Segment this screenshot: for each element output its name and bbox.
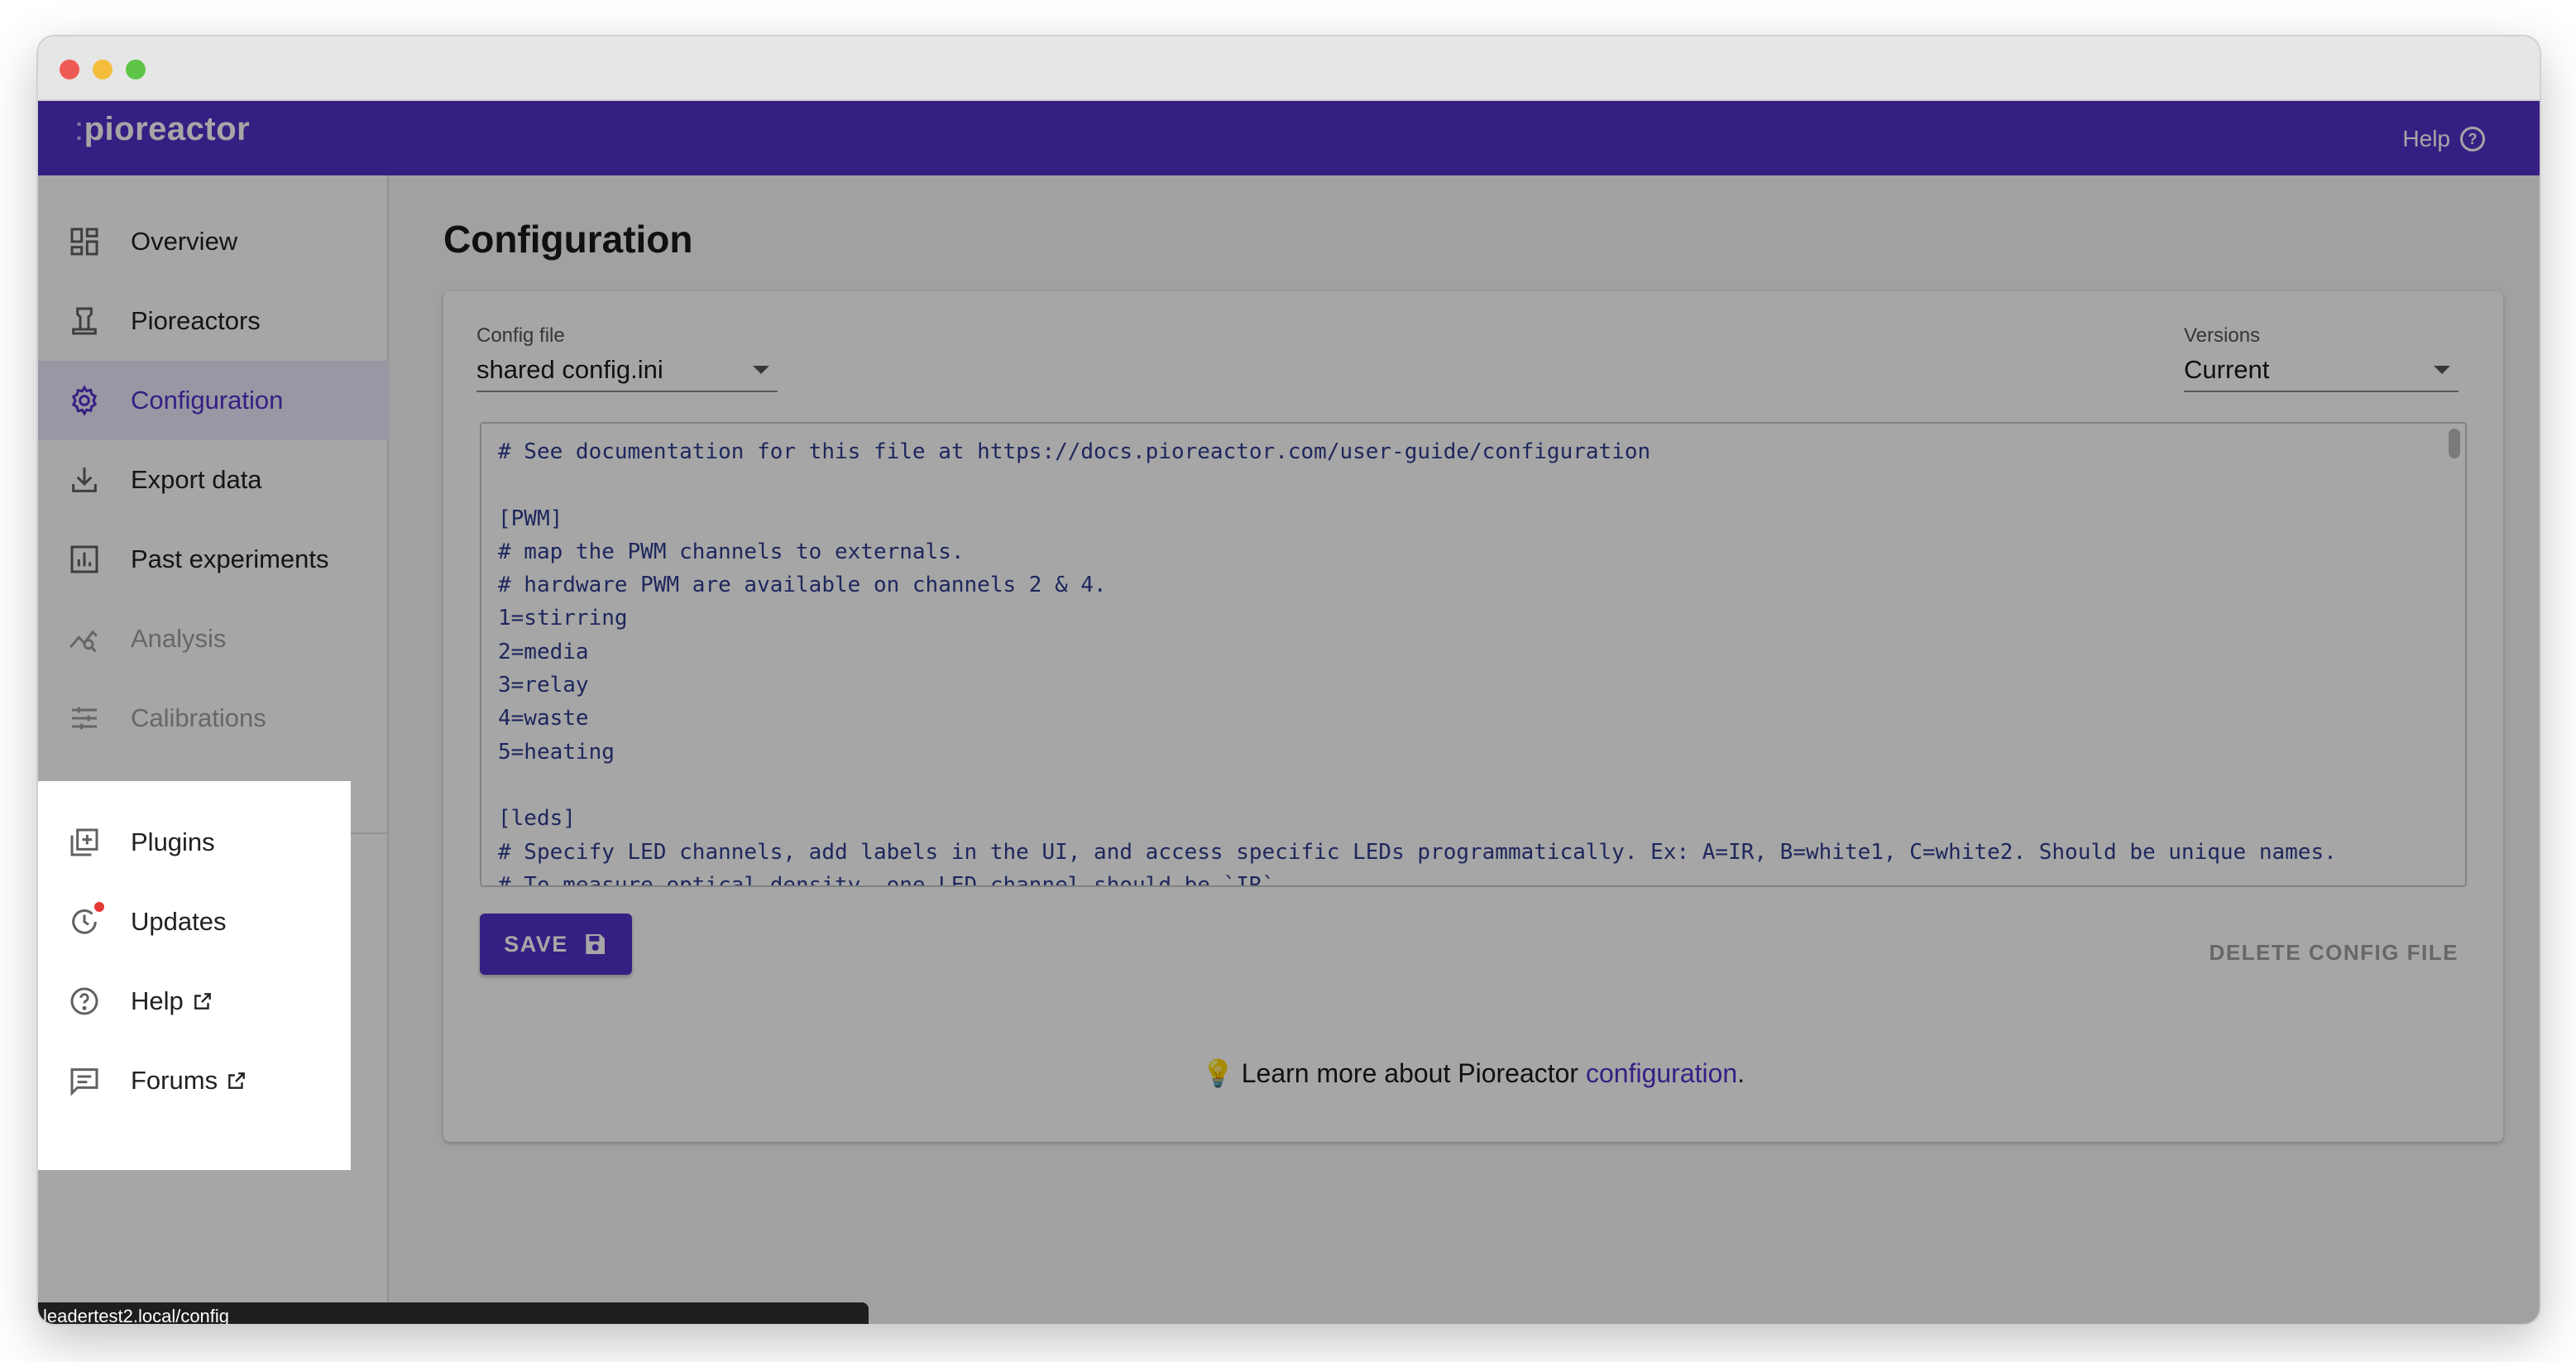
minimize-window-button[interactable] (93, 60, 113, 79)
versions-label: Versions (2184, 324, 2261, 347)
help-circle-icon: ? (2460, 127, 2485, 151)
help-link-top[interactable]: Help ? (2402, 121, 2485, 157)
floppy-disk-icon (586, 934, 605, 954)
update-icon (66, 900, 106, 940)
forum-icon (66, 1062, 103, 1099)
configuration-docs-link[interactable]: configuration (1586, 1058, 1737, 1088)
versions-select[interactable]: Current (2184, 349, 2459, 392)
sidebar-item-plugins[interactable]: Plugins (38, 803, 351, 882)
chevron-down-icon (753, 366, 769, 374)
sidebar-item-overview[interactable]: Overview (38, 202, 389, 281)
sidebar-item-label: Past experiments (131, 544, 329, 573)
app-bar: :pioreactor Help ? (38, 101, 2540, 175)
sliders-icon (66, 700, 103, 736)
sidebar-item-label: Plugins (131, 827, 215, 856)
analysis-icon (66, 621, 103, 657)
sidebar-item-configuration[interactable]: Configuration (38, 361, 389, 440)
external-link-icon (194, 993, 211, 1010)
link-status-bar: leadertest2.local/config (38, 1302, 869, 1324)
download-icon (66, 462, 103, 498)
maximize-window-button[interactable] (126, 60, 146, 79)
help-label: Help (2402, 126, 2450, 151)
main-content: Configuration Config file shared config.… (389, 175, 2540, 1324)
learn-more-text: 💡 Learn more about Pioreactor configurati… (443, 1057, 2503, 1089)
versions-value: Current (2184, 355, 2270, 384)
sidebar-item-label: Configuration (131, 386, 284, 415)
gear-icon (66, 382, 103, 419)
pioreactor-icon (66, 303, 103, 339)
sidebar-item-forums[interactable]: Forums (38, 1041, 351, 1120)
config-card: Config file shared config.ini Versions C… (443, 291, 2503, 1142)
sidebar-item-pioreactors[interactable]: Pioreactors (38, 281, 389, 361)
config-editor[interactable]: # See documentation for this file at htt… (480, 422, 2467, 887)
sidebar-item-label: Help (131, 986, 184, 1015)
config-file-value: shared config.ini (476, 355, 663, 384)
sidebar-item-analysis[interactable]: Analysis (38, 599, 389, 679)
dashboard-icon (66, 223, 103, 260)
config-file-label: Config file (476, 324, 565, 347)
help-circle-icon (66, 983, 103, 1019)
save-button[interactable]: SAVE (480, 914, 632, 975)
editor-scrollbar[interactable] (2449, 429, 2460, 458)
lightbulb-icon: 💡 (1201, 1058, 1235, 1088)
sidebar-item-calibrations[interactable]: Calibrations (38, 679, 389, 758)
window-titlebar (38, 36, 2540, 101)
sidebar-item-label: Calibrations (131, 703, 266, 732)
sidebar-item-updates[interactable]: Updates (38, 882, 351, 962)
sidebar-item-export-data[interactable]: Export data (38, 440, 389, 520)
external-link-icon (228, 1072, 245, 1089)
bar-chart-icon (66, 541, 103, 578)
learn-suffix: . (1737, 1058, 1745, 1088)
app-window: :pioreactor Help ? Overview Pioreactors … (38, 36, 2540, 1324)
delete-config-file-button[interactable]: DELETE CONFIG FILE (2210, 940, 2459, 966)
sidebar-secondary-panel: Plugins Updates Help Forums (38, 781, 351, 1170)
sidebar-item-help[interactable]: Help (38, 962, 351, 1041)
save-label: SAVE (504, 931, 568, 957)
notification-badge (93, 900, 106, 914)
config-file-select[interactable]: shared config.ini (476, 349, 778, 392)
add-box-icon (66, 824, 103, 861)
sidebar-item-label: Analysis (131, 624, 227, 653)
sidebar-item-past-experiments[interactable]: Past experiments (38, 520, 389, 599)
sidebar-item-label: Updates (131, 907, 227, 936)
page-title: Configuration (443, 218, 693, 261)
close-window-button[interactable] (60, 60, 79, 79)
learn-prefix: Learn more about Pioreactor (1241, 1058, 1586, 1088)
sidebar-item-label: Overview (131, 227, 238, 256)
sidebar-item-label: Pioreactors (131, 306, 261, 335)
chevron-down-icon (2434, 366, 2450, 374)
sidebar-item-label: Export data (131, 465, 262, 494)
sidebar-item-label: Forums (131, 1066, 218, 1095)
config-editor-text: # See documentation for this file at htt… (498, 439, 2337, 887)
pioreactor-logo[interactable]: :pioreactor (74, 111, 250, 148)
